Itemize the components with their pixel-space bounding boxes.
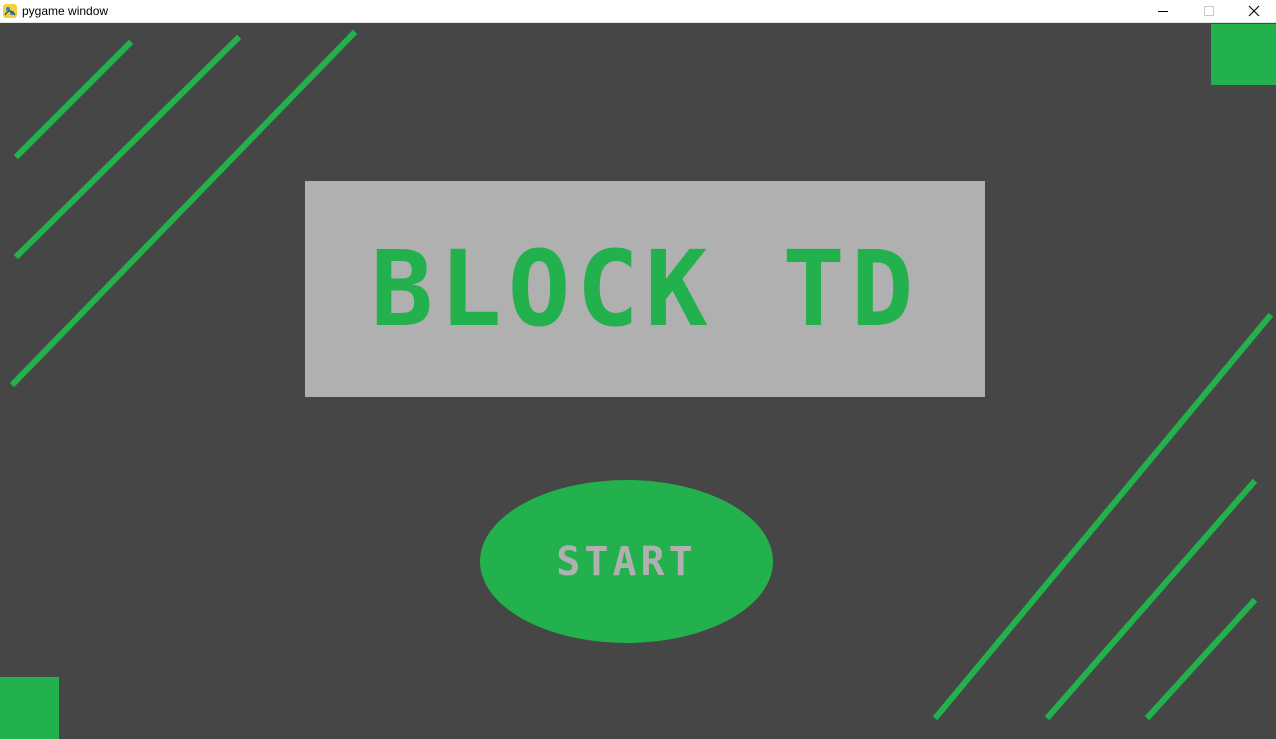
title-panel: BLOCK TD: [305, 181, 985, 397]
title-bar[interactable]: pygame window: [0, 0, 1276, 23]
pygame-window: pygame window BLOCK TD START: [0, 0, 1276, 739]
minimize-button[interactable]: [1140, 0, 1186, 22]
maximize-icon: [1203, 5, 1215, 17]
close-icon: [1248, 5, 1260, 17]
corner-block-top-right: [1211, 24, 1276, 85]
minimize-icon: [1157, 5, 1169, 17]
deco-line: [1044, 478, 1258, 721]
close-button[interactable]: [1231, 0, 1276, 22]
deco-line: [13, 39, 134, 160]
maximize-button[interactable]: [1186, 0, 1232, 22]
game-title: BLOCK TD: [370, 228, 920, 350]
game-canvas[interactable]: BLOCK TD START: [0, 23, 1276, 739]
start-button[interactable]: START: [480, 480, 773, 643]
window-title: pygame window: [22, 4, 109, 18]
pygame-snake-icon: [2, 3, 18, 19]
deco-line: [1144, 597, 1258, 721]
start-button-label: START: [556, 538, 697, 585]
corner-block-bottom-left: [0, 677, 59, 739]
deco-line: [13, 34, 242, 260]
